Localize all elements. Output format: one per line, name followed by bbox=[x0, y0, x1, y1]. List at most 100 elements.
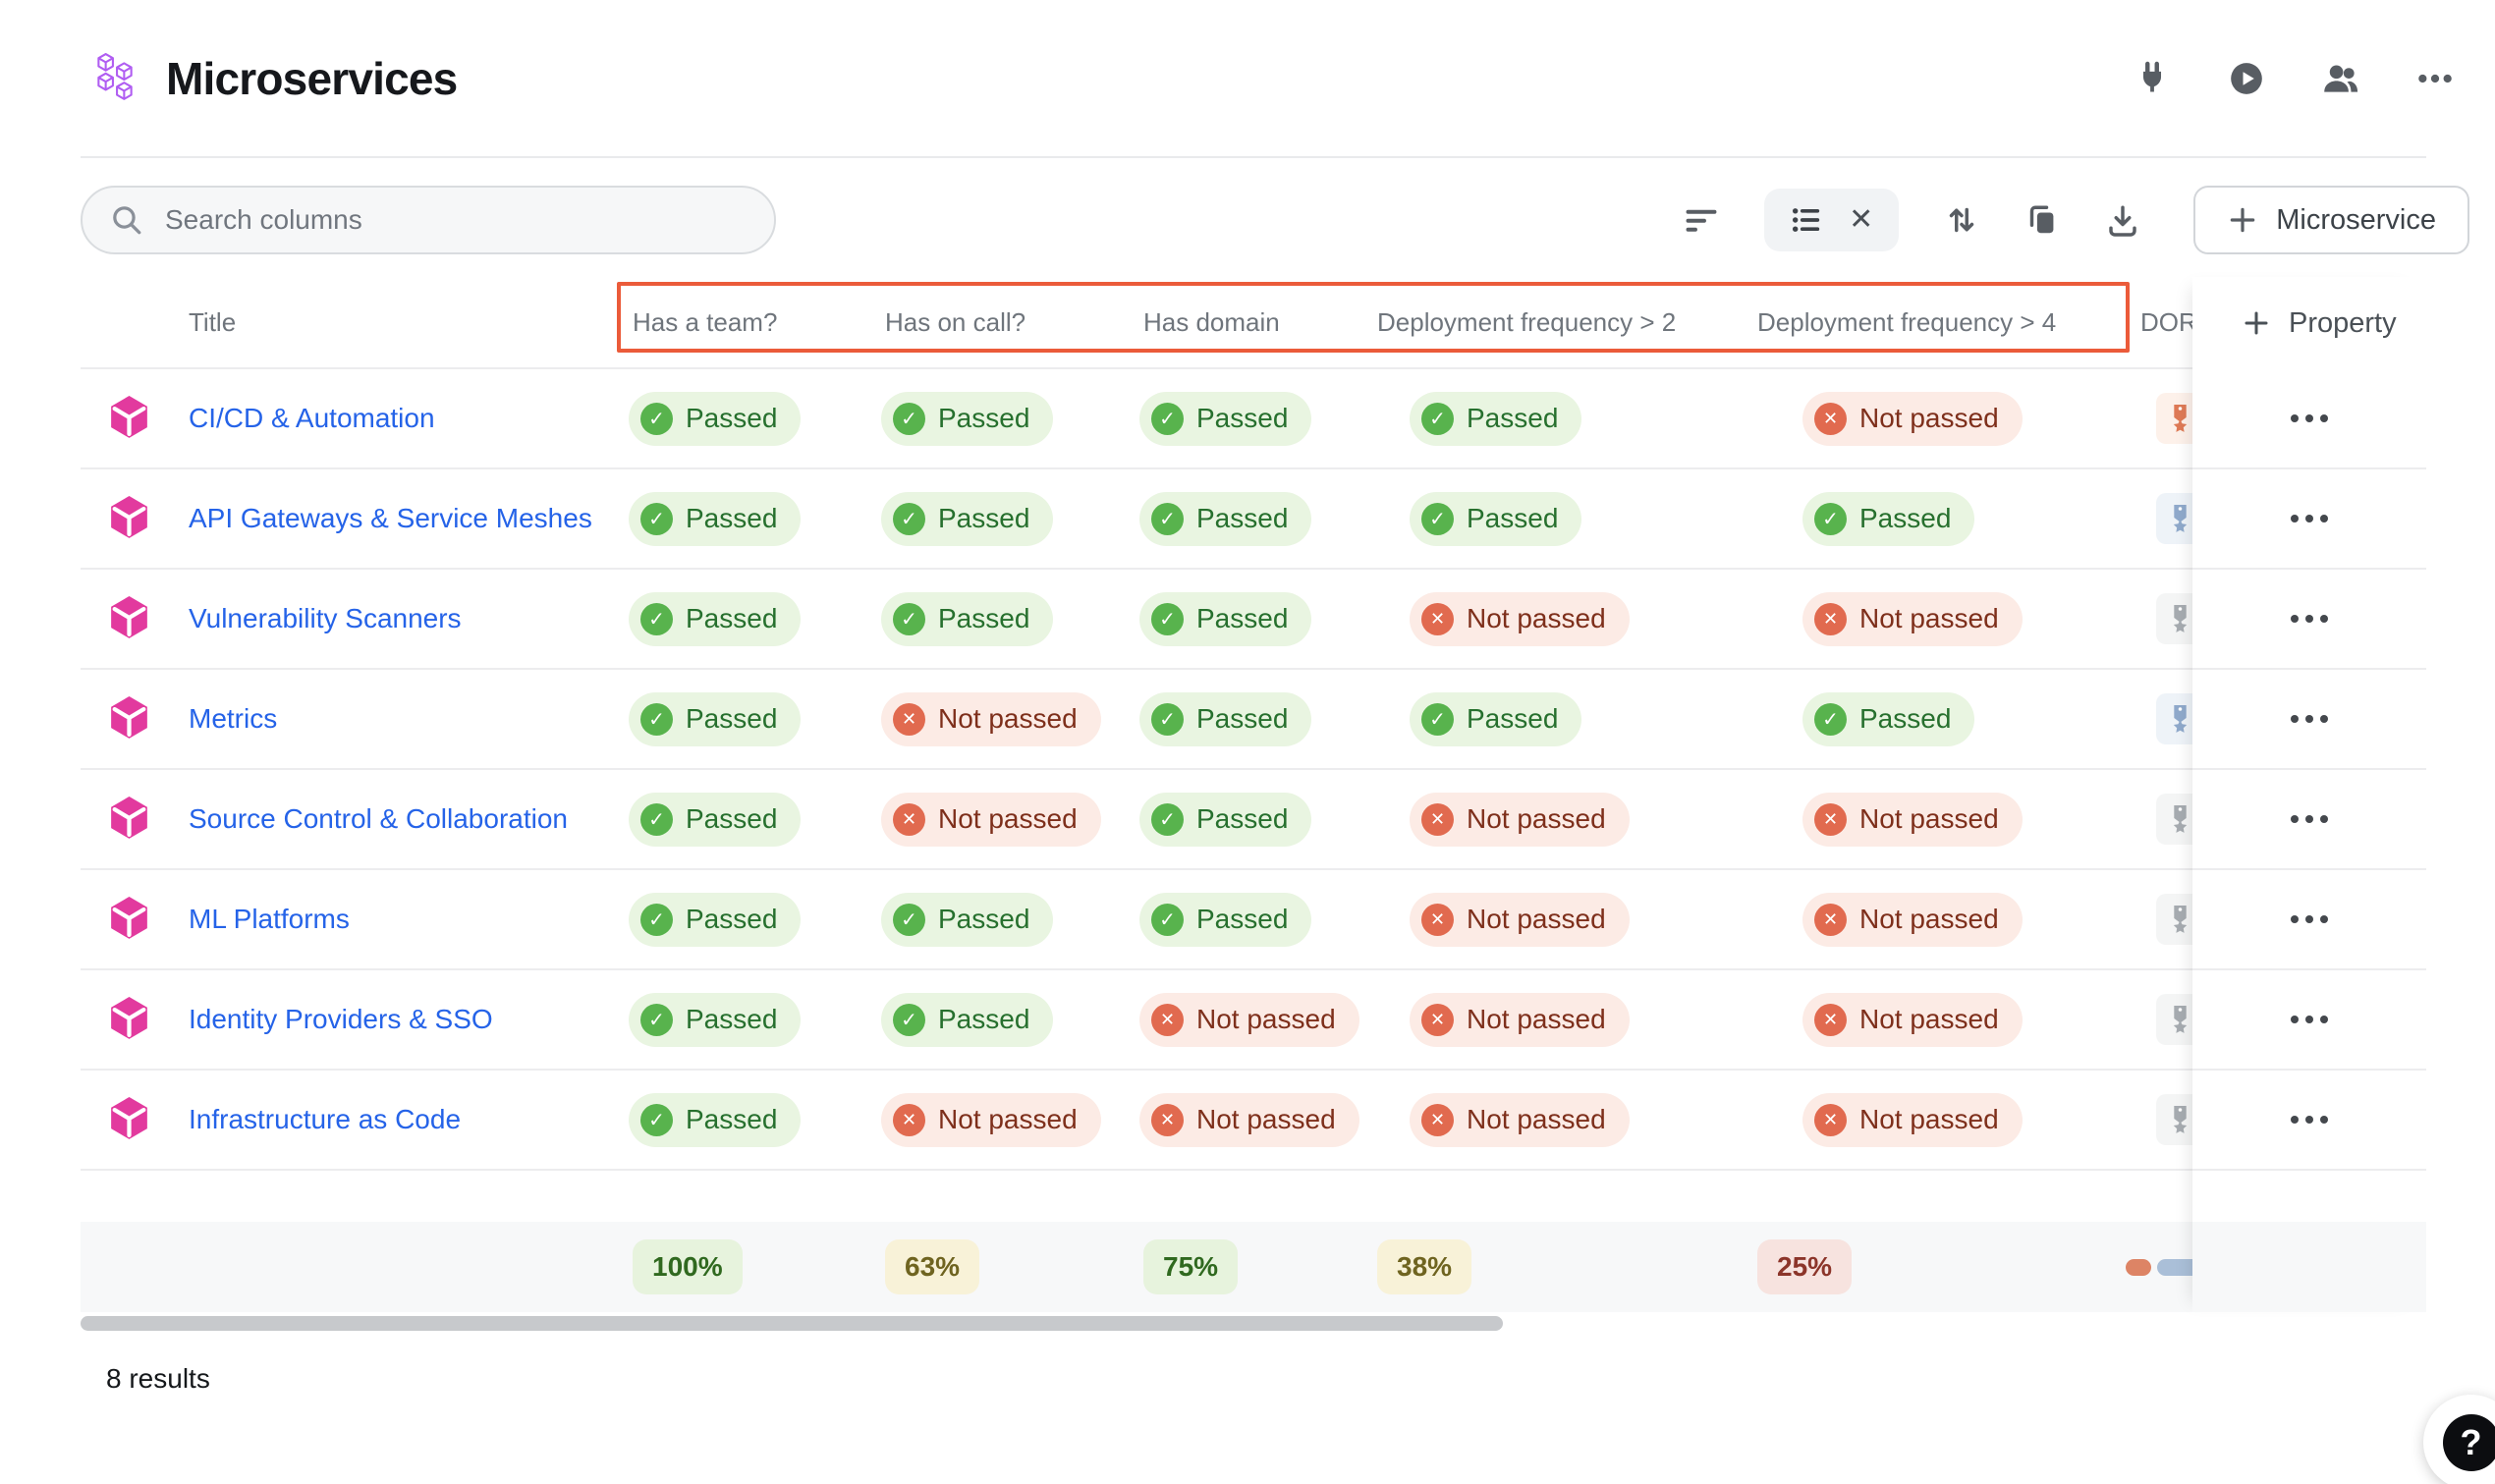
badge-label: Passed bbox=[686, 703, 777, 735]
row-title-link[interactable]: Vulnerability Scanners bbox=[177, 603, 462, 633]
badge-label: Not passed bbox=[1859, 603, 1999, 634]
medal-icon bbox=[2168, 1005, 2192, 1035]
list-view-icon[interactable] bbox=[1790, 203, 1823, 237]
row-more-button[interactable] bbox=[2281, 805, 2338, 833]
passed-badge: ✓Passed bbox=[629, 492, 801, 546]
row-more-button[interactable] bbox=[2281, 405, 2338, 432]
medal-icon bbox=[2168, 1105, 2192, 1135]
row-more-button[interactable] bbox=[2281, 906, 2338, 933]
badge-label: Not passed bbox=[1859, 1004, 1999, 1035]
score-cell: ✕Not passed bbox=[1373, 893, 1753, 947]
row-more-button[interactable] bbox=[2281, 1006, 2338, 1033]
members-button[interactable] bbox=[2322, 60, 2359, 97]
score-cell: ✕Not passed bbox=[1373, 1093, 1753, 1147]
passed-badge: ✓Passed bbox=[1139, 492, 1311, 546]
sort-button[interactable] bbox=[1944, 202, 1979, 238]
horizontal-scrollbar[interactable] bbox=[81, 1316, 1503, 1331]
row-title-link[interactable]: CI/CD & Automation bbox=[177, 403, 435, 433]
x-circle-icon: ✕ bbox=[1814, 403, 1847, 435]
column-header-deployment-frequency-4: Deployment frequency > 4 bbox=[1753, 307, 2156, 338]
download-icon bbox=[2105, 202, 2140, 238]
panel-row bbox=[2192, 1071, 2426, 1171]
badge-label: Passed bbox=[686, 603, 777, 634]
badge-label: Passed bbox=[1196, 904, 1288, 935]
badge-label: Passed bbox=[1196, 803, 1288, 835]
score-cell: ✕Not passed bbox=[1753, 392, 2156, 446]
check-circle-icon: ✓ bbox=[893, 1004, 925, 1036]
table-row: Vulnerability Scanners ✓Passed ✓Passed ✓… bbox=[81, 570, 2426, 670]
plug-button[interactable] bbox=[2134, 60, 2171, 97]
score-cell: ✓Passed bbox=[881, 893, 1139, 947]
badge-label: Passed bbox=[1196, 603, 1288, 634]
panel-row bbox=[2192, 369, 2426, 469]
column-header-has-a-team: Has a team? bbox=[629, 307, 881, 338]
badge-label: Passed bbox=[938, 1004, 1029, 1035]
filter-button[interactable] bbox=[1684, 202, 1719, 238]
table-row: API Gateways & Service Meshes ✓Passed ✓P… bbox=[81, 469, 2426, 570]
score-cell: ✓Passed bbox=[1753, 692, 2156, 746]
check-circle-icon: ✓ bbox=[1421, 703, 1454, 736]
not-passed-badge: ✕Not passed bbox=[1802, 893, 2023, 947]
copy-button[interactable] bbox=[2024, 202, 2060, 238]
row-title-link[interactable]: API Gateways & Service Meshes bbox=[177, 503, 592, 533]
x-circle-icon: ✕ bbox=[893, 703, 925, 736]
search-icon bbox=[110, 203, 143, 237]
aggregation-cell: 63% bbox=[881, 1239, 1139, 1294]
check-circle-icon: ✓ bbox=[1151, 403, 1184, 435]
search-input[interactable] bbox=[163, 203, 747, 237]
empty-row bbox=[81, 1171, 2426, 1222]
row-title-link[interactable]: ML Platforms bbox=[177, 904, 350, 934]
badge-label: Passed bbox=[686, 1104, 777, 1135]
row-more-button[interactable] bbox=[2281, 505, 2338, 532]
row-title-link[interactable]: Identity Providers & SSO bbox=[177, 1004, 493, 1034]
aggregation-pill: 25% bbox=[1757, 1239, 1852, 1294]
row-title-link[interactable]: Source Control & Collaboration bbox=[177, 803, 568, 834]
row-more-button[interactable] bbox=[2281, 705, 2338, 733]
column-header-has-domain: Has domain bbox=[1139, 307, 1373, 338]
medal-icon bbox=[2168, 905, 2192, 935]
not-passed-badge: ✕ Not passed bbox=[881, 692, 1101, 746]
not-passed-badge: ✕Not passed bbox=[1410, 793, 1630, 847]
row-more-button[interactable] bbox=[2281, 1106, 2338, 1133]
app-header: Microservices bbox=[0, 0, 2495, 157]
badge-label: Passed bbox=[686, 904, 777, 935]
aggregation-cell: 75% bbox=[1139, 1239, 1373, 1294]
run-button[interactable] bbox=[2228, 60, 2265, 97]
row-more-button[interactable] bbox=[2281, 605, 2338, 632]
column-header-title: Title bbox=[177, 307, 629, 338]
add-microservice-label: Microservice bbox=[2276, 204, 2436, 237]
not-passed-badge: ✕Not passed bbox=[1802, 392, 2023, 446]
clear-icon[interactable]: ✕ bbox=[1849, 205, 1873, 235]
score-cell: ✓Passed bbox=[1373, 692, 1753, 746]
help-button[interactable]: ? bbox=[2423, 1395, 2495, 1484]
score-cell: ✕Not passed bbox=[1139, 993, 1373, 1047]
table-row: Identity Providers & SSO ✓Passed ✓Passed… bbox=[81, 970, 2426, 1071]
x-circle-icon: ✕ bbox=[1421, 1004, 1454, 1036]
download-button[interactable] bbox=[2105, 202, 2140, 238]
passed-badge: ✓Passed bbox=[1139, 592, 1311, 646]
medal-icon bbox=[2168, 504, 2192, 534]
badge-label: Not passed bbox=[938, 703, 1078, 735]
check-circle-icon: ✓ bbox=[893, 603, 925, 635]
toolbar-right: ✕ Microse bbox=[1684, 186, 2469, 254]
score-cell: ✓Passed bbox=[629, 1093, 881, 1147]
score-cell: ✓Passed bbox=[1373, 492, 1753, 546]
badge-label: Passed bbox=[1467, 503, 1558, 534]
add-property-button[interactable]: Property bbox=[2192, 277, 2426, 369]
medal-icon bbox=[2168, 704, 2192, 735]
passed-badge: ✓Passed bbox=[881, 592, 1053, 646]
score-cell: ✕Not passed bbox=[881, 1093, 1139, 1147]
search-box[interactable] bbox=[81, 186, 776, 254]
check-circle-icon: ✓ bbox=[1151, 904, 1184, 936]
row-title-link[interactable]: Metrics bbox=[177, 703, 277, 734]
table-body: CI/CD & Automation ✓Passed ✓Passed ✓Pass… bbox=[0, 369, 2495, 1171]
aggregation-row: 100% 63% 75% 38% 25% bbox=[81, 1222, 2426, 1312]
panel-row bbox=[2192, 570, 2426, 670]
column-header-has-on-call: Has on call? bbox=[881, 307, 1139, 338]
passed-badge: ✓Passed bbox=[1802, 492, 1974, 546]
passed-badge: ✓Passed bbox=[881, 392, 1053, 446]
more-options-button[interactable] bbox=[2416, 60, 2454, 97]
row-title-link[interactable]: Infrastructure as Code bbox=[177, 1104, 461, 1134]
add-microservice-button[interactable]: Microservice bbox=[2193, 186, 2469, 254]
badge-label: Not passed bbox=[1859, 803, 1999, 835]
